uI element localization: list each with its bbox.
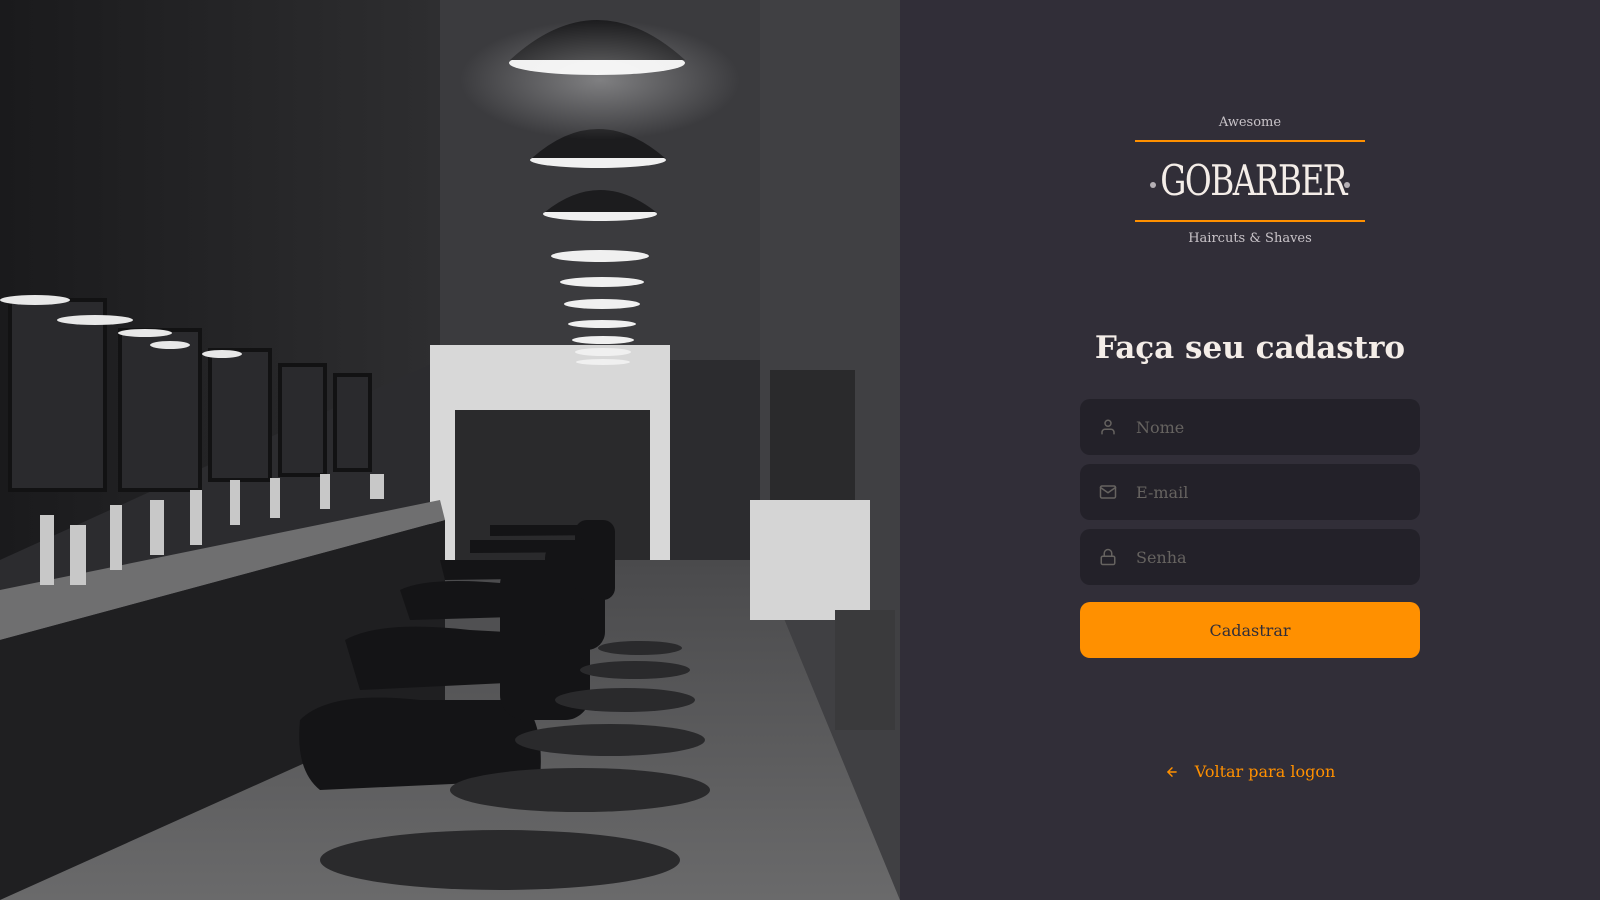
logo-dot-left-icon (1150, 182, 1156, 188)
lock-icon (1098, 547, 1118, 567)
logo-wordmark: GOBARBER (1160, 156, 1347, 205)
back-to-logon-label: Voltar para logon (1194, 762, 1336, 781)
register-button[interactable]: Cadastrar (1080, 602, 1420, 658)
logo-tagline: Haircuts & Shaves (1188, 231, 1312, 246)
barbershop-photo (0, 0, 900, 900)
password-input[interactable] (1134, 546, 1408, 568)
gobarber-logo: Awesome GOBARBER Haircuts & Shaves (1135, 112, 1365, 250)
logo-divider-bottom (1135, 220, 1365, 222)
logo-dot-right-icon (1344, 182, 1350, 188)
password-field[interactable] (1080, 529, 1420, 585)
name-field[interactable] (1080, 399, 1420, 455)
signup-page: Awesome GOBARBER Haircuts & Shaves Faça … (0, 0, 1600, 900)
signup-panel: Awesome GOBARBER Haircuts & Shaves Faça … (900, 0, 1600, 900)
name-input[interactable] (1134, 416, 1408, 438)
email-field[interactable] (1080, 464, 1420, 520)
mail-icon (1098, 482, 1118, 502)
email-input[interactable] (1134, 481, 1408, 503)
logo-top-text: Awesome (1218, 115, 1282, 130)
arrow-left-icon (1165, 765, 1179, 779)
user-icon (1098, 417, 1118, 437)
barbershop-illustration (0, 0, 900, 900)
back-to-logon-link[interactable]: Voltar para logon (900, 762, 1600, 781)
logo-divider-top (1135, 140, 1365, 142)
form-title: Faça seu cadastro (1094, 330, 1406, 366)
